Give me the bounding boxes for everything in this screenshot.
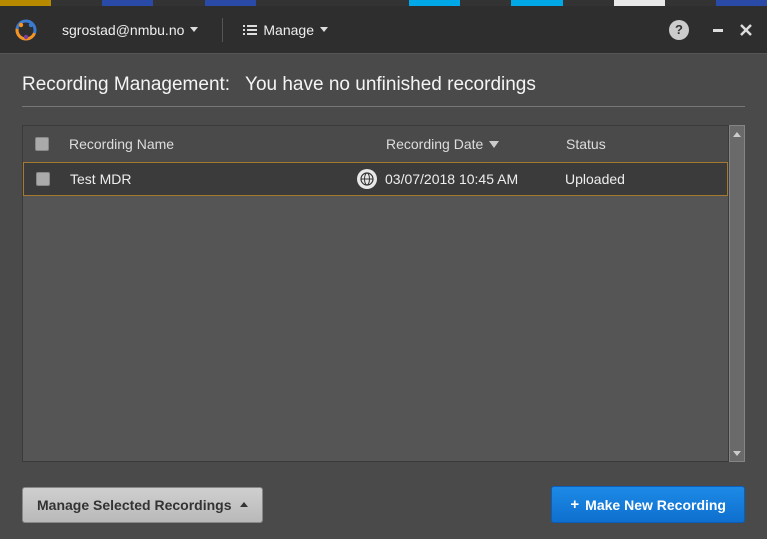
page-title-prefix: Recording Management: [22,74,230,95]
globe-icon [357,169,377,189]
footer-actions: Manage Selected Recordings + Make New Re… [22,486,745,523]
scroll-down-button[interactable] [730,445,744,461]
column-header-name[interactable]: Recording Name [69,136,350,152]
close-icon [740,24,752,36]
caret-up-icon [240,502,248,507]
chevron-down-icon [733,451,741,456]
username-label: sgrostad@nmbu.no [62,22,184,38]
row-status: Uploaded [565,171,715,187]
recordings-table: Recording Name Recording Date Status Tes… [22,125,745,462]
sort-desc-icon [489,141,499,148]
minimize-icon [712,24,724,36]
scroll-up-button[interactable] [730,126,744,142]
minimize-button[interactable] [709,21,727,39]
make-new-label: Make New Recording [585,497,726,513]
make-new-recording-button[interactable]: + Make New Recording [551,486,745,523]
manage-label: Manage [263,22,314,38]
vertical-scrollbar[interactable] [729,125,745,462]
user-menu[interactable]: sgrostad@nmbu.no [52,16,208,44]
close-button[interactable] [737,21,755,39]
column-header-date[interactable]: Recording Date [386,136,566,152]
manage-menu[interactable]: Manage [237,16,338,44]
row-name: Test MDR [70,171,349,187]
caret-down-icon [190,27,198,32]
caret-down-icon [320,27,328,32]
row-checkbox[interactable] [36,172,50,186]
divider [222,18,223,42]
column-header-status[interactable]: Status [566,136,716,152]
window-tab-strip [0,0,767,6]
manage-selected-label: Manage Selected Recordings [37,497,232,513]
row-date: 03/07/2018 10:45 AM [385,171,565,187]
plus-icon: + [570,496,579,513]
list-icon [247,25,257,35]
table-row[interactable]: Test MDR 03/07/2018 10:45 AMUploaded [23,162,728,196]
app-logo-icon [12,16,40,44]
page-title: Recording Management: You have no unfini… [22,74,745,107]
help-button[interactable]: ? [669,20,689,40]
select-all-checkbox[interactable] [35,137,49,151]
chevron-up-icon [733,132,741,137]
help-icon: ? [675,22,683,37]
content-area: Recording Management: You have no unfini… [0,54,767,539]
titlebar: sgrostad@nmbu.no Manage ? [0,6,767,54]
page-title-body: You have no unfinished recordings [245,74,536,95]
table-header-row: Recording Name Recording Date Status [23,126,728,162]
manage-selected-button[interactable]: Manage Selected Recordings [22,487,263,523]
